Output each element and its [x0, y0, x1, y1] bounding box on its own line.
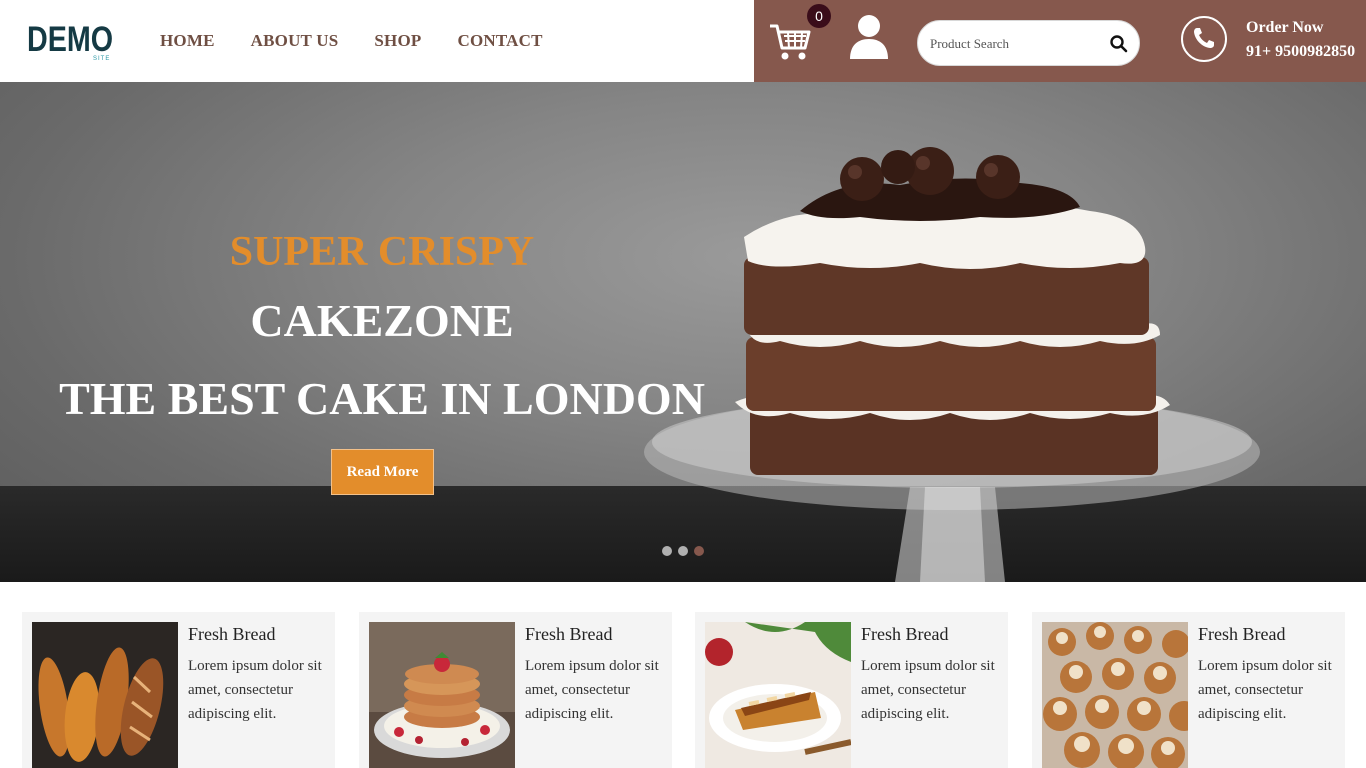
search-box	[917, 20, 1140, 66]
order-phone-number[interactable]: 91+ 9500982850	[1246, 43, 1355, 61]
site-logo[interactable]: DEMO SITE	[27, 20, 114, 64]
product-card[interactable]: Fresh Bread Lorem ipsum dolor sit amet, …	[1032, 612, 1345, 768]
card-title: Fresh Bread	[188, 624, 276, 644]
slider-dot-1[interactable]	[662, 546, 672, 556]
card-image-bread	[32, 622, 178, 768]
slider-dots	[662, 546, 710, 556]
card-description: Lorem ipsum dolor sit amet, consectetur …	[861, 658, 995, 722]
cart-button[interactable]	[768, 22, 812, 62]
nav-shop[interactable]: SHOP	[374, 31, 421, 51]
user-icon	[850, 15, 888, 59]
account-button[interactable]	[848, 13, 890, 59]
card-title: Fresh Bread	[1198, 624, 1286, 644]
header-action-bar: 0 Order Now 91+ 9500982850	[754, 0, 1366, 82]
phone-call-button[interactable]	[1181, 16, 1227, 62]
hero-tagline: THE BEST CAKE IN LONDON	[59, 373, 705, 424]
nav-home[interactable]: HOME	[160, 31, 215, 51]
nav-contact[interactable]: CONTACT	[457, 31, 542, 51]
phone-icon	[1194, 28, 1214, 48]
product-card[interactable]: Fresh Bread Lorem ipsum dolor sit amet, …	[695, 612, 1008, 768]
card-description: Lorem ipsum dolor sit amet, consectetur …	[1198, 658, 1332, 722]
card-description: Lorem ipsum dolor sit amet, consectetur …	[188, 658, 322, 722]
search-input[interactable]	[930, 33, 1100, 55]
card-image-cupcakes	[1042, 622, 1188, 768]
site-header: DEMO SITE HOME ABOUT US SHOP CONTACT 0 P…	[0, 0, 1366, 82]
card-title: Fresh Bread	[525, 624, 613, 644]
product-card[interactable]: Fresh Bread Lorem ipsum dolor sit amet, …	[359, 612, 672, 768]
hero-brand-title: CAKEZONE	[250, 295, 514, 346]
card-description: Lorem ipsum dolor sit amet, consectetur …	[525, 658, 659, 722]
card-title: Fresh Bread	[861, 624, 949, 644]
order-now-label: Order Now	[1246, 19, 1324, 36]
card-image-pancakes	[369, 622, 515, 768]
cart-icon	[770, 24, 811, 60]
main-nav: HOME ABOUT US SHOP CONTACT	[160, 31, 579, 51]
logo-subtext: SITE	[93, 56, 111, 62]
hero-kicker: SUPER CRISPY	[229, 229, 535, 275]
search-icon[interactable]	[1109, 34, 1129, 54]
product-card[interactable]: Fresh Bread Lorem ipsum dolor sit amet, …	[22, 612, 335, 768]
hero-text-block: SUPER CRISPY CAKEZONE THE BEST CAKE IN L…	[0, 82, 764, 582]
slider-dot-3[interactable]	[694, 546, 704, 556]
hero-slider: SUPER CRISPY CAKEZONE THE BEST CAKE IN L…	[0, 82, 1366, 582]
cart-count-badge: 0	[807, 4, 831, 28]
logo-text: DEMO	[27, 20, 114, 59]
slider-dot-2[interactable]	[678, 546, 688, 556]
read-more-button[interactable]: Read More	[331, 449, 434, 495]
nav-about-us[interactable]: ABOUT US	[251, 31, 339, 51]
feature-cards: Fresh Bread Lorem ipsum dolor sit amet, …	[22, 612, 1345, 768]
card-image-pie	[705, 622, 851, 768]
